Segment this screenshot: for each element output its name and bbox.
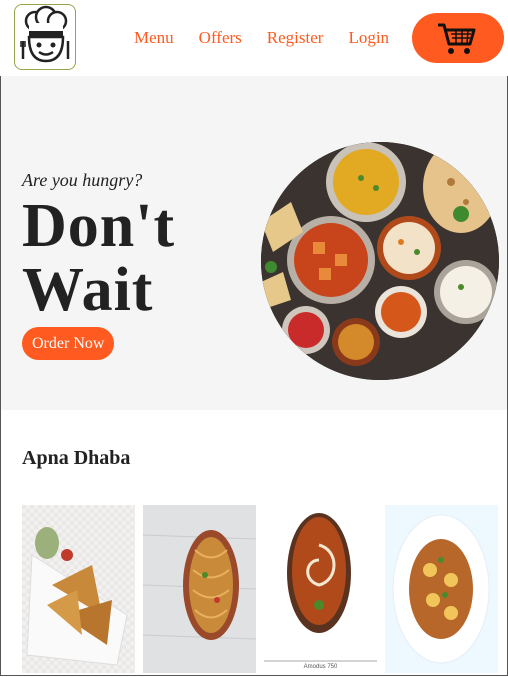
hero-title-line1: Don't [22,192,176,260]
food-card-samosa[interactable] [22,505,135,673]
hero-subtitle: Are you hungry? [22,170,143,190]
thali-food-image [261,142,499,380]
nav-links: Menu Offers Register Login [134,28,389,48]
dal-makhani-image [264,505,377,673]
nav-link-menu[interactable]: Menu [134,28,174,48]
curry-image [385,505,498,673]
food-card-curry[interactable] [385,505,498,673]
food-card-noodles[interactable] [143,505,256,673]
food-cards-row: Amodus 750 [22,505,508,673]
food-card-dal-makhani[interactable]: Amodus 750 [264,505,377,673]
hero-title: Don't Wait [22,194,175,322]
nav-link-register[interactable]: Register [267,28,324,48]
order-now-button[interactable]: Order Now [22,327,115,360]
hero-title-line2: Wait [22,256,154,324]
samosa-image [22,505,135,673]
nav-link-offers[interactable]: Offers [199,28,242,48]
hero-section: Are you hungry? Don't Wait Order Now [1,76,507,410]
section-title: Apna Dhaba [22,447,131,469]
shopping-cart-icon [438,23,476,54]
noodles-image [143,505,256,673]
nav-link-login[interactable]: Login [348,28,389,48]
chef-logo-icon[interactable] [14,4,76,70]
card-caption: Amodus 750 [303,664,338,670]
cart-button[interactable] [412,13,504,63]
navbar: Menu Offers Register Login [0,0,508,76]
